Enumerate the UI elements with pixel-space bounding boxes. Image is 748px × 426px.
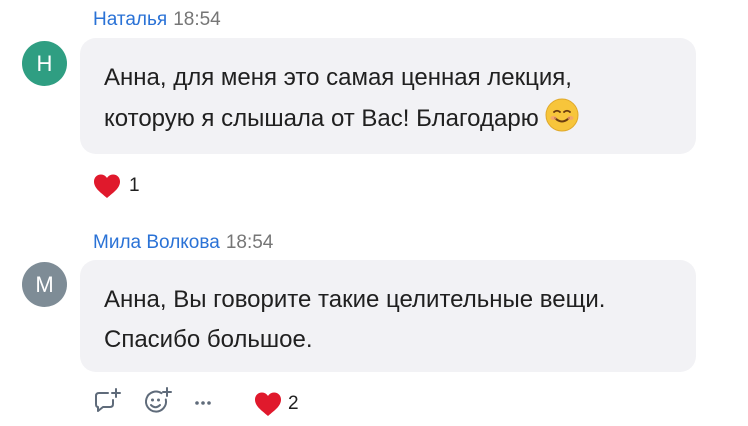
message-text: Анна, для меня это самая ценная лекция, … [104,58,664,139]
chat-feed: Наталья 18:54 Н Анна, для меня это самая … [0,0,748,426]
message-text: Анна, Вы говорите такие целительные вещи… [104,286,606,353]
reply-icon[interactable] [92,386,124,418]
author-name[interactable]: Наталья [93,9,167,30]
message-header: Мила Волкова 18:54 [93,232,273,254]
avatar[interactable]: М [22,262,67,307]
more-icon[interactable] [190,386,222,418]
message-bubble: Анна, для меня это самая ценная лекция, … [80,38,696,154]
message-time: 18:54 [173,9,221,30]
reaction-count: 1 [129,175,140,196]
message-header: Наталья 18:54 [93,9,221,31]
message-text-content: Анна, для меня это самая ценная лекция, … [104,64,572,132]
reaction-count: 2 [288,393,299,414]
message-time: 18:54 [225,232,274,253]
avatar-letter: Н [36,50,53,76]
heart-reaction[interactable]: 1 [92,173,140,199]
heart-icon [92,173,122,199]
author-name[interactable]: Мила Волкова [93,232,220,253]
message-bubble: Анна, Вы говорите такие целительные вещи… [80,260,696,372]
heart-icon [253,391,283,417]
smiling-face-icon [545,98,579,132]
add-reaction-icon[interactable] [142,386,174,418]
heart-reaction[interactable]: 2 [253,391,299,417]
avatar-letter: М [35,271,54,297]
avatar[interactable]: Н [22,41,67,86]
